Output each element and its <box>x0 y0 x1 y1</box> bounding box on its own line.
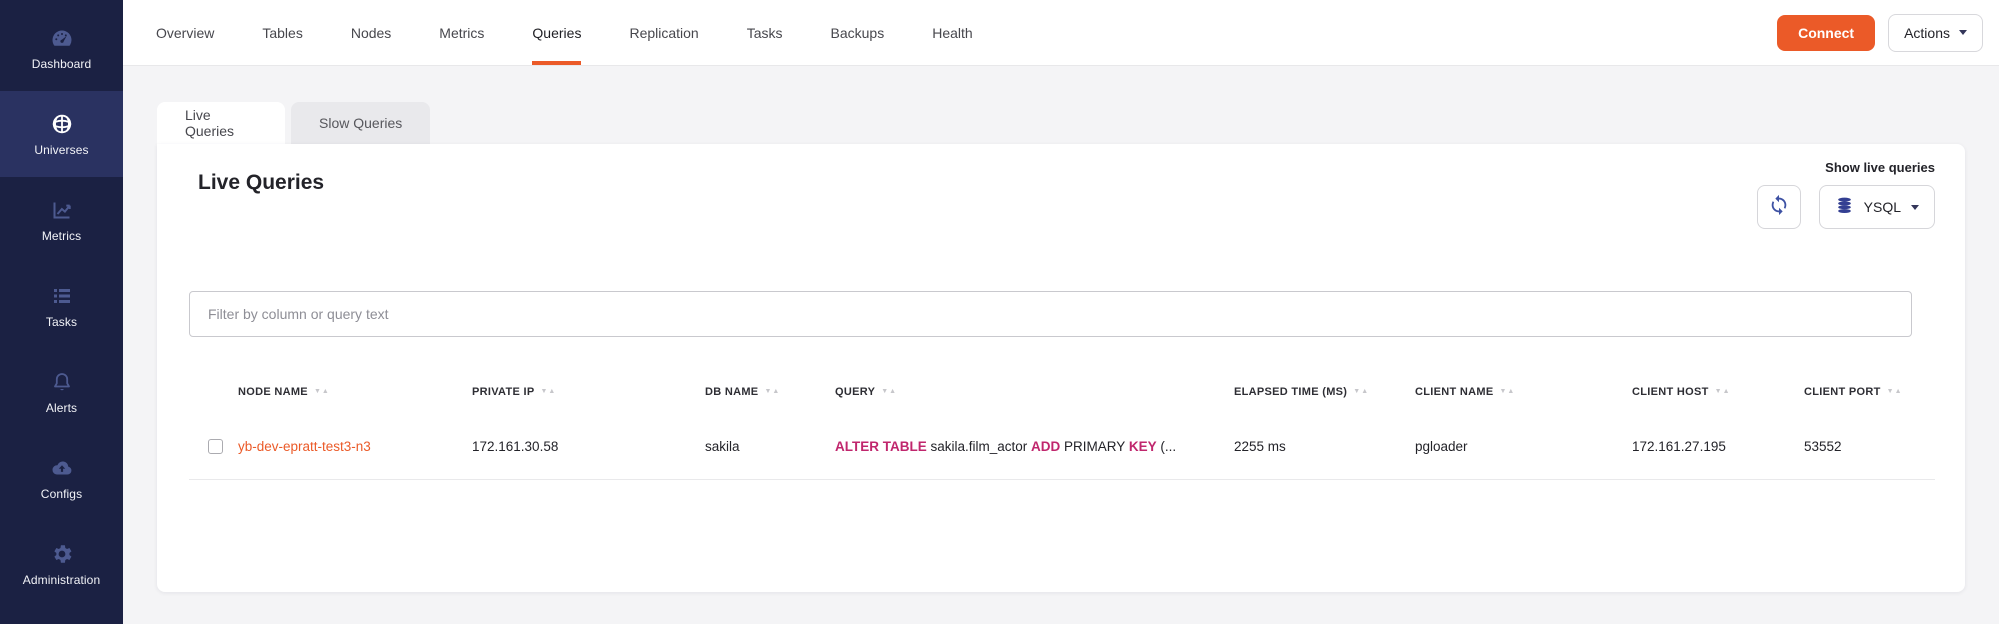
column-header-client-port[interactable]: CLIENT PORT▼▲ <box>1804 386 1935 398</box>
column-header-query[interactable]: QUERY▼▲ <box>835 386 1234 398</box>
sort-icon: ▼▲ <box>1499 388 1515 395</box>
tab-backups[interactable]: Backups <box>831 0 885 65</box>
tab-health[interactable]: Health <box>932 0 972 65</box>
tab-metrics[interactable]: Metrics <box>439 0 484 65</box>
column-header-client-name[interactable]: CLIENT NAME▼▲ <box>1415 386 1632 398</box>
api-type-dropdown[interactable]: YSQL <box>1819 185 1935 229</box>
gauge-icon <box>50 26 74 50</box>
private-ip-cell: 172.161.30.58 <box>472 439 705 454</box>
sidebar-item-dashboard[interactable]: Dashboard <box>0 5 123 91</box>
refresh-button[interactable] <box>1757 185 1801 229</box>
actions-label: Actions <box>1904 25 1950 41</box>
api-type-value: YSQL <box>1864 199 1901 215</box>
client-host-cell: 172.161.27.195 <box>1632 439 1804 454</box>
tab-overview[interactable]: Overview <box>156 0 214 65</box>
column-header-client-host[interactable]: CLIENT HOST▼▲ <box>1632 386 1804 398</box>
chevron-down-icon <box>1959 30 1967 35</box>
row-checkbox[interactable] <box>208 439 223 454</box>
live-queries-panel: Live Queries Show live queries YSQL <box>157 144 1965 592</box>
elapsed-time-cell: 2255 ms <box>1234 439 1415 454</box>
query-cell[interactable]: ALTER TABLE sakila.film_actor ADD PRIMAR… <box>835 439 1234 454</box>
tab-tasks[interactable]: Tasks <box>747 0 783 65</box>
sort-icon: ▼▲ <box>1887 388 1903 395</box>
universe-topnav: Overview Tables Nodes Metrics Queries Re… <box>123 0 973 65</box>
chart-line-icon <box>50 198 74 222</box>
list-icon <box>50 284 74 308</box>
column-header-db-name[interactable]: DB NAME▼▲ <box>705 386 835 398</box>
column-header-elapsed-time[interactable]: ELAPSED TIME (MS)▼▲ <box>1234 386 1415 398</box>
table-row: yb-dev-epratt-test3-n3 172.161.30.58 sak… <box>189 414 1935 480</box>
sidebar-item-label: Configs <box>41 487 82 501</box>
sidebar-item-label: Universes <box>34 143 88 157</box>
sidebar-item-label: Tasks <box>46 315 77 329</box>
sidebar-item-configs[interactable]: Configs <box>0 435 123 521</box>
sidebar-item-tasks[interactable]: Tasks <box>0 263 123 349</box>
sort-icon: ▼▲ <box>881 388 897 395</box>
sidebar-item-label: Administration <box>23 573 100 587</box>
db-name-cell: sakila <box>705 439 835 454</box>
query-filter-input[interactable] <box>189 291 1912 337</box>
tab-tables[interactable]: Tables <box>262 0 302 65</box>
gear-icon <box>50 542 74 566</box>
client-name-cell: pgloader <box>1415 439 1632 454</box>
live-queries-table: NODE NAME▼▲ PRIVATE IP▼▲ DB NAME▼▲ QUERY… <box>189 370 1935 480</box>
tab-replication[interactable]: Replication <box>629 0 698 65</box>
globe-icon <box>50 112 74 136</box>
tab-nodes[interactable]: Nodes <box>351 0 391 65</box>
sort-icon: ▼▲ <box>1715 388 1731 395</box>
page-title: Live Queries <box>198 171 324 195</box>
column-header-private-ip[interactable]: PRIVATE IP▼▲ <box>472 386 705 398</box>
sidebar-item-label: Metrics <box>42 229 81 243</box>
sort-icon: ▼▲ <box>764 388 780 395</box>
sidebar-item-administration[interactable]: Administration <box>0 521 123 607</box>
show-live-queries-label: Show live queries <box>1757 160 1935 175</box>
sidebar-item-label: Alerts <box>46 401 77 415</box>
node-name-link[interactable]: yb-dev-epratt-test3-n3 <box>238 439 371 454</box>
topbar-actions: Connect Actions <box>1777 0 1999 65</box>
refresh-icon <box>1768 194 1790 221</box>
sidebar-item-universes[interactable]: Universes <box>0 91 123 177</box>
sidebar-item-alerts[interactable]: Alerts <box>0 349 123 435</box>
sidebar: Dashboard Universes Metrics Tasks Alerts… <box>0 0 123 624</box>
bell-icon <box>50 370 74 394</box>
actions-dropdown-button[interactable]: Actions <box>1888 14 1983 52</box>
sidebar-item-metrics[interactable]: Metrics <box>0 177 123 263</box>
sort-icon: ▼▲ <box>1353 388 1369 395</box>
client-port-cell: 53552 <box>1804 439 1935 454</box>
database-icon <box>1835 196 1854 218</box>
column-header-node-name[interactable]: NODE NAME▼▲ <box>238 386 472 398</box>
tab-slow-queries[interactable]: Slow Queries <box>291 102 430 144</box>
cloud-upload-icon <box>50 456 74 480</box>
queries-tabs: Live Queries Slow Queries <box>157 102 430 144</box>
chevron-down-icon <box>1911 205 1919 210</box>
live-queries-controls: Show live queries YSQL <box>1757 160 1935 229</box>
sidebar-item-label: Dashboard <box>32 57 92 71</box>
table-header-row: NODE NAME▼▲ PRIVATE IP▼▲ DB NAME▼▲ QUERY… <box>189 370 1935 414</box>
universe-header-bar: Overview Tables Nodes Metrics Queries Re… <box>123 0 1999 66</box>
tab-live-queries[interactable]: Live Queries <box>157 102 285 144</box>
tab-queries[interactable]: Queries <box>532 0 581 65</box>
queries-page: Live Queries Slow Queries Live Queries S… <box>123 66 1999 624</box>
sort-icon: ▼▲ <box>314 388 330 395</box>
connect-button[interactable]: Connect <box>1777 15 1875 51</box>
sort-icon: ▼▲ <box>541 388 557 395</box>
